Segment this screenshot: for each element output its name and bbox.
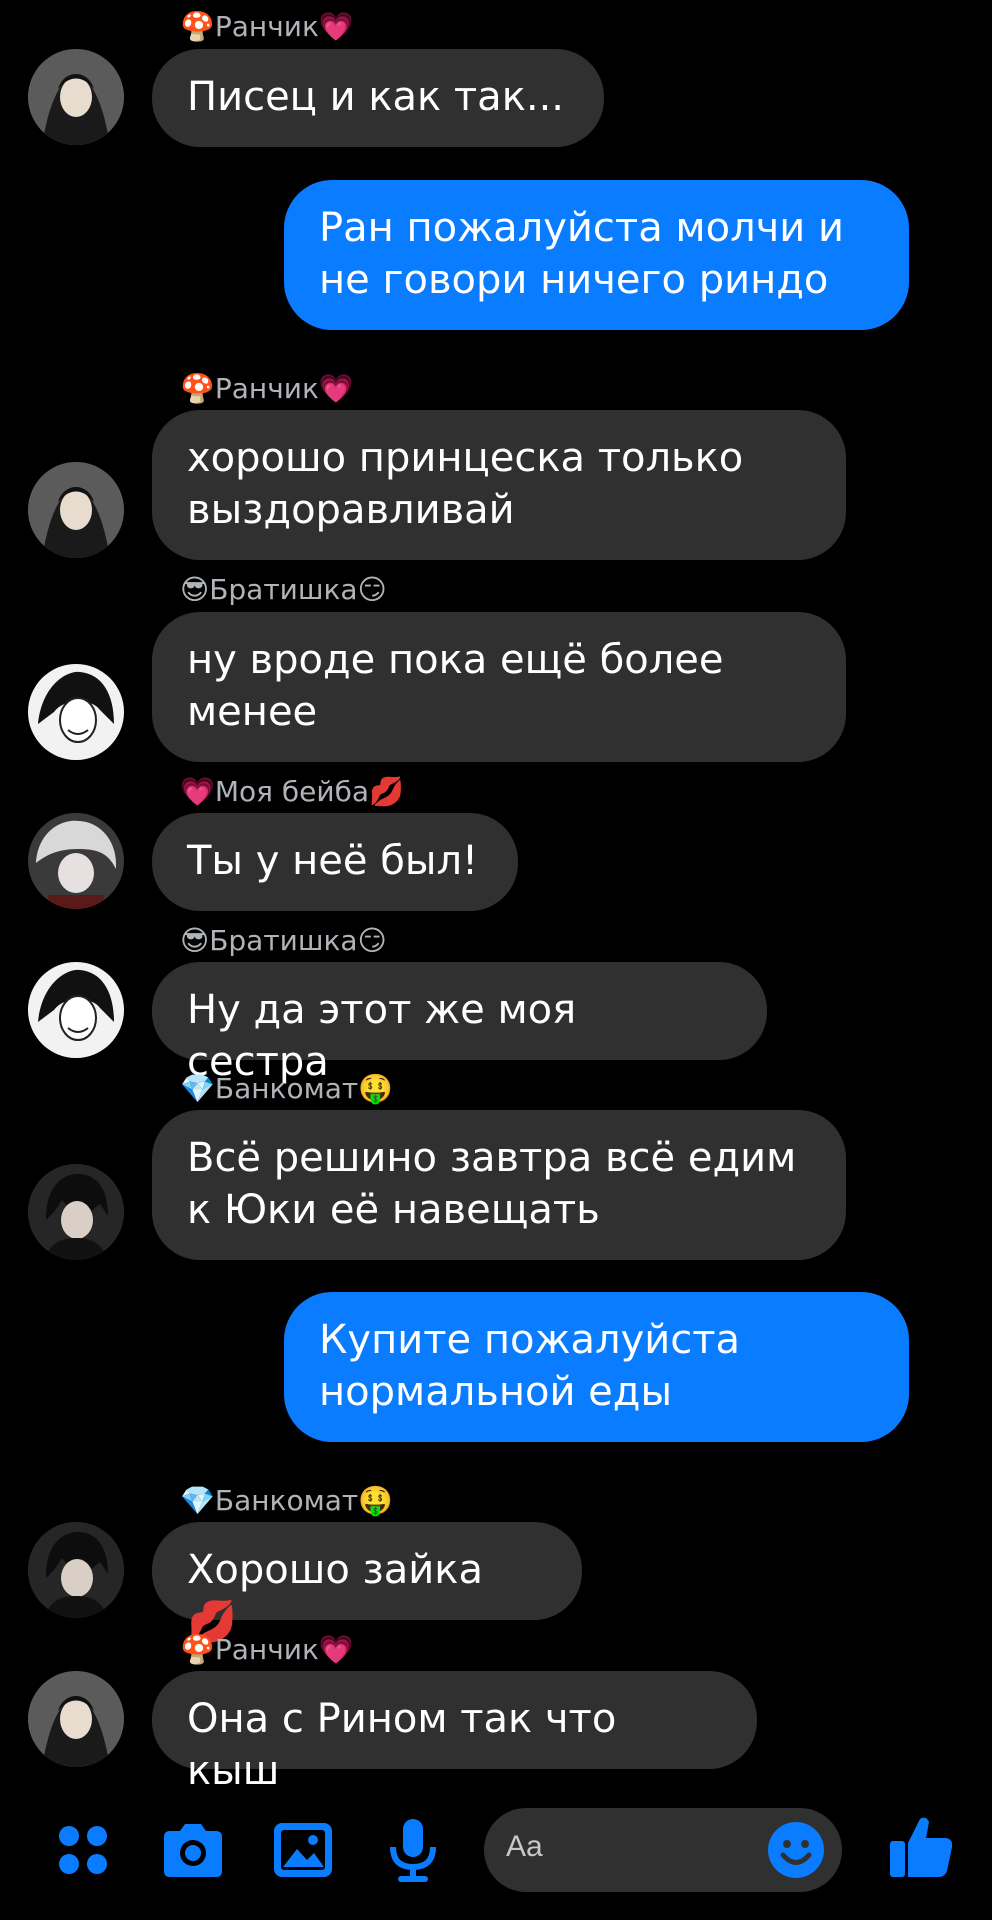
sender-name: 💎Банкомат🤑	[180, 1072, 394, 1105]
composer-bar: Aa	[0, 1780, 992, 1920]
message-thread[interactable]: 🍄Ранчик💗 Писец и как так... Ран пожалуйс…	[0, 0, 992, 1794]
sender-name: 💎Банкомат🤑	[180, 1484, 394, 1517]
microphone-icon[interactable]	[378, 1815, 448, 1885]
avatar-ranchik[interactable]	[28, 1671, 124, 1767]
thumbs-up-icon[interactable]	[886, 1811, 956, 1881]
avatar-bankomat[interactable]	[28, 1164, 124, 1260]
sender-name: 🍄Ранчик💗	[180, 10, 354, 43]
message-bubble-incoming[interactable]: Она с Рином так что кыш	[152, 1671, 757, 1794]
message-bubble-incoming[interactable]: Хорошо зайка 💋	[152, 1522, 582, 1645]
message-bubble-incoming[interactable]: Писец и как так...	[152, 49, 604, 147]
message-bubble-incoming[interactable]: ну вроде пока ещё более менее	[152, 612, 846, 762]
avatar-bratishka[interactable]	[28, 664, 124, 760]
message-bubble-outgoing[interactable]: Купите пожалуйста нормальной еды	[284, 1292, 909, 1442]
sender-name: 🍄Ранчик💗	[180, 1633, 354, 1666]
message-bubble-incoming[interactable]: хорошо принцеска только выздоравливай	[152, 410, 846, 560]
message-bubble-incoming[interactable]: Ну да этот же моя сестра	[152, 962, 767, 1085]
sender-name: 😎Братишка😏	[180, 924, 387, 957]
sender-name: 🍄Ранчик💗	[180, 372, 354, 405]
avatar-bratishka[interactable]	[28, 962, 124, 1058]
message-bubble-outgoing[interactable]: Ран пожалуйста молчи и не говори ничего …	[284, 180, 909, 330]
avatar-bankomat[interactable]	[28, 1522, 124, 1618]
avatar-ranchik[interactable]	[28, 49, 124, 145]
avatar-moya-beyba[interactable]	[28, 813, 124, 909]
gallery-icon[interactable]	[268, 1815, 338, 1885]
camera-icon[interactable]	[158, 1815, 228, 1885]
message-input[interactable]: Aa	[484, 1808, 842, 1892]
avatar-ranchik[interactable]	[28, 462, 124, 558]
sender-name: 😎Братишка😏	[180, 573, 387, 606]
message-input-placeholder: Aa	[506, 1830, 543, 1863]
message-bubble-incoming[interactable]: Ты у неё был!	[152, 813, 518, 911]
emoji-icon[interactable]	[766, 1820, 826, 1880]
message-bubble-incoming[interactable]: Всё решино завтра всё едим к Юки её наве…	[152, 1110, 846, 1260]
sender-name: 💗Моя бейба💋	[180, 775, 404, 808]
menu-dots-icon[interactable]	[48, 1815, 118, 1885]
